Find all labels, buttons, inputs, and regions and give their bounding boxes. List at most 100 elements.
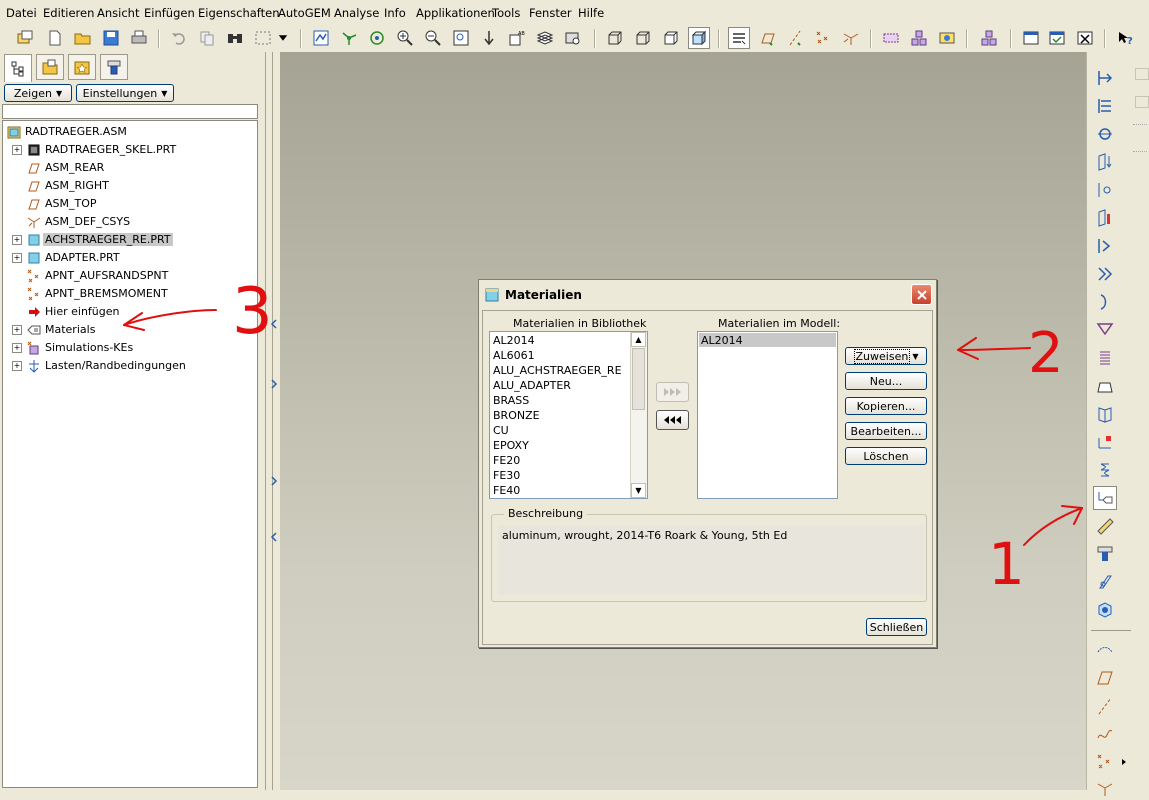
tree-root[interactable]: RADTRAEGER.ASM: [3, 123, 258, 141]
datum-point-tool-icon[interactable]: [1093, 750, 1117, 774]
sketch-toggle-icon[interactable]: [728, 27, 750, 49]
zoom-out-icon[interactable]: [422, 27, 444, 49]
add-to-model-button[interactable]: [656, 382, 689, 402]
collapse-left-icon[interactable]: [270, 530, 278, 550]
remove-from-model-button[interactable]: [656, 410, 689, 430]
expand-right-icon[interactable]: [270, 474, 278, 494]
library-item[interactable]: ALU_ACHSTRAEGER_RE: [493, 364, 622, 377]
planar-constraint-icon[interactable]: [1093, 262, 1117, 286]
expand-icon[interactable]: +: [12, 325, 22, 335]
description-field[interactable]: aluminum, wrought, 2014-T6 Roark & Young…: [498, 525, 924, 595]
library-item[interactable]: AL6061: [493, 349, 535, 362]
library-item[interactable]: FE30: [493, 469, 520, 482]
weld-icon[interactable]: [1093, 458, 1117, 482]
open-folder-icon[interactable]: [72, 27, 94, 49]
library-item[interactable]: BRASS: [493, 394, 529, 407]
undo-icon[interactable]: [168, 27, 190, 49]
collapse-left-icon[interactable]: [270, 317, 278, 337]
coord-sys-tool-icon[interactable]: [1093, 776, 1117, 800]
library-item[interactable]: FE20: [493, 454, 520, 467]
scroll-up-icon[interactable]: ▲: [631, 332, 646, 347]
tree-item[interactable]: APNT_AUFSRANDSPNT: [3, 267, 258, 285]
pressure-load-icon[interactable]: [1093, 94, 1117, 118]
tree-item[interactable]: + ADAPTER.PRT: [3, 249, 258, 267]
measure-icon[interactable]: [1093, 514, 1117, 538]
spring-icon[interactable]: [1093, 346, 1117, 370]
reorient-icon[interactable]: [478, 27, 500, 49]
menu-datei[interactable]: Datei: [6, 6, 37, 20]
library-item[interactable]: EPOXY: [493, 439, 529, 452]
menu-hilfe[interactable]: Hilfe: [578, 6, 604, 20]
tree-item[interactable]: Hier einfügen: [3, 303, 258, 321]
model-list[interactable]: AL2014: [697, 331, 838, 499]
surface-region-icon[interactable]: [1093, 570, 1117, 594]
new-button[interactable]: Neu...: [845, 372, 927, 390]
displacement-constraint-icon[interactable]: [1093, 234, 1117, 258]
datum-axes-icon[interactable]: [784, 27, 806, 49]
save-icon[interactable]: [100, 27, 122, 49]
appearance-icon[interactable]: [936, 27, 958, 49]
datum-points-icon[interactable]: [812, 27, 834, 49]
named-view-icon[interactable]: AB: [506, 27, 528, 49]
no-hidden-icon[interactable]: [660, 27, 682, 49]
material-assign-icon[interactable]: [1093, 486, 1117, 510]
datum-display-icon[interactable]: [338, 27, 360, 49]
wireframe-icon[interactable]: [604, 27, 626, 49]
datum-plane-tool-icon[interactable]: [1093, 666, 1117, 690]
menu-einfuegen[interactable]: Einfügen: [144, 6, 195, 20]
tab-folder-browser[interactable]: [36, 54, 64, 80]
bearing-load-icon[interactable]: [1093, 122, 1117, 146]
scroll-thumb[interactable]: [632, 348, 645, 410]
tree-item[interactable]: ASM_TOP: [3, 195, 258, 213]
print-icon[interactable]: [128, 27, 150, 49]
ball-constraint-icon[interactable]: [1093, 318, 1117, 342]
menu-autogem[interactable]: AutoGEM: [278, 6, 331, 20]
menu-analyse[interactable]: Analyse: [334, 6, 379, 20]
expand-icon[interactable]: +: [12, 253, 22, 263]
tree-item[interactable]: APNT_BREMSMOMENT: [3, 285, 258, 303]
component-icon[interactable]: [978, 27, 1000, 49]
menu-info[interactable]: Info: [384, 6, 406, 20]
volume-region-icon[interactable]: [1093, 598, 1117, 622]
force-load-icon[interactable]: [1093, 66, 1117, 90]
tree-item[interactable]: + Simulations-KEs: [3, 339, 258, 357]
mass-icon[interactable]: [1093, 374, 1117, 398]
expand-right-icon[interactable]: [270, 377, 278, 397]
context-help-icon[interactable]: ?: [1114, 27, 1136, 49]
dialog-close-button[interactable]: [911, 284, 932, 305]
view-manager-icon[interactable]: [562, 27, 584, 49]
copy-button[interactable]: Kopieren...: [845, 397, 927, 415]
flyout-arrow-icon[interactable]: [1121, 758, 1127, 766]
tab-model-tree[interactable]: [4, 54, 32, 82]
show-button[interactable]: Zeigen ▼: [4, 84, 72, 102]
menu-applikationen[interactable]: Applikationen: [416, 6, 495, 20]
library-item[interactable]: ALU_ADAPTER: [493, 379, 571, 392]
library-item[interactable]: CU: [493, 424, 509, 437]
expand-icon[interactable]: +: [12, 235, 22, 245]
menu-eigenschaften[interactable]: Eigenschaften: [198, 6, 280, 20]
datum-axis-tool-icon[interactable]: [1093, 694, 1117, 718]
menu-editieren[interactable]: Editieren: [43, 6, 94, 20]
model-item[interactable]: AL2014: [701, 334, 743, 347]
tree-item[interactable]: ASM_REAR: [3, 159, 258, 177]
window-close-icon[interactable]: [1074, 27, 1096, 49]
pin-constraint-icon[interactable]: [1093, 290, 1117, 314]
expand-icon[interactable]: +: [12, 361, 22, 371]
centrifugal-load-icon[interactable]: [1093, 178, 1117, 202]
library-list[interactable]: AL2014 AL6061 ALU_ACHSTRAEGER_RE ALU_ADA…: [489, 331, 648, 499]
tree-item[interactable]: + Materials: [3, 321, 258, 339]
expand-icon[interactable]: +: [12, 343, 22, 353]
edit-button[interactable]: Bearbeiten...: [845, 422, 927, 440]
menu-tools[interactable]: Tools: [492, 6, 520, 20]
settings-button[interactable]: Einstellungen ▼: [76, 84, 174, 102]
tree-item[interactable]: ASM_RIGHT: [3, 177, 258, 195]
library-item[interactable]: FE40: [493, 484, 520, 497]
sketch-curve-icon[interactable]: [1093, 722, 1117, 746]
window-activate-icon[interactable]: [1020, 27, 1042, 49]
library-item[interactable]: AL2014: [493, 334, 535, 347]
zoom-in-icon[interactable]: [394, 27, 416, 49]
select-dropdown-icon[interactable]: [276, 27, 290, 49]
open-window-icon[interactable]: [14, 27, 36, 49]
tab-connections[interactable]: [100, 54, 128, 80]
select-box-icon[interactable]: [252, 27, 274, 49]
